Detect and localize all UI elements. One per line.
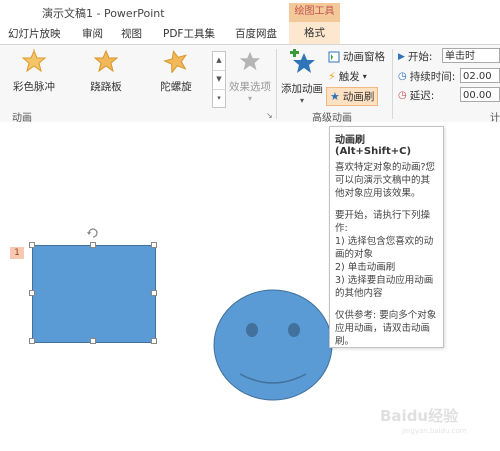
trigger-label: 触发	[338, 71, 360, 83]
tooltip-note: 仅供参考: 要向多个对象应用动画，请双击动画刷。	[335, 310, 437, 347]
brush-star-icon: ★	[330, 90, 340, 103]
lightning-icon: ⚡	[328, 70, 336, 83]
effect-spin[interactable]: 陀螺旋	[146, 49, 206, 94]
effect-seesaw[interactable]: 跷跷板	[76, 49, 136, 94]
resize-handle[interactable]	[29, 290, 35, 296]
effect-options-button[interactable]: 效果选项 ▾	[224, 49, 276, 103]
effect-label: 彩色脉冲	[13, 81, 55, 93]
dialog-launcher-icon[interactable]: ↘	[266, 111, 273, 120]
rectangle-shape[interactable]	[32, 245, 156, 343]
resize-handle[interactable]	[90, 242, 96, 248]
play-icon: ▶	[398, 51, 405, 62]
clock-icon: ◷	[398, 71, 407, 82]
context-group-drawing-tools: 绘图工具	[289, 3, 340, 23]
chevron-down-icon: ▾	[247, 94, 252, 103]
tooltip-step: 3) 选择要自动应用动画的其他内容	[335, 275, 434, 299]
tooltip-instructions: 要开始，请执行下列操作:	[335, 210, 431, 234]
trigger-button[interactable]: ⚡ 触发 ▾	[328, 69, 367, 84]
chevron-down-icon: ▾	[299, 96, 304, 105]
tab-slideshow[interactable]: 幻灯片放映	[8, 26, 61, 41]
effect-color-pulse[interactable]: 彩色脉冲	[4, 49, 64, 94]
animation-order-badge: 1	[10, 247, 24, 259]
delay-clock-icon: ◷	[398, 90, 407, 101]
tooltip-title: 动画刷 (Alt+Shift+C)	[335, 135, 412, 157]
watermark-url: jingyan.baidu.com	[402, 427, 467, 435]
resize-handle[interactable]	[151, 290, 157, 296]
animation-painter-button[interactable]: ★ 动画刷	[326, 87, 379, 106]
resize-handle[interactable]	[151, 338, 157, 344]
watermark: Baidu经验	[380, 407, 459, 425]
tab-pdf-tools[interactable]: PDF工具集	[163, 26, 215, 41]
animation-painter-label: 动画刷	[342, 91, 375, 103]
delay-input[interactable]: 00.00	[460, 87, 500, 102]
start-select[interactable]: 单击时	[442, 48, 500, 63]
effect-options-label: 效果选项	[229, 81, 271, 93]
chevron-down-icon: ▾	[362, 72, 367, 81]
add-star-icon	[290, 48, 315, 73]
star-disabled-icon	[239, 51, 261, 71]
delay-label: 延迟:	[409, 90, 435, 102]
resize-handle[interactable]	[90, 338, 96, 344]
duration-label: 持续时间:	[409, 71, 456, 83]
duration-row: ◷ 持续时间:	[398, 69, 455, 84]
tab-format[interactable]: 格式	[289, 22, 340, 46]
ribbon-tabs: 幻灯片放映 审阅 视图 PDF工具集 百度网盘	[0, 22, 500, 44]
ribbon: 彩色脉冲 跷跷板 陀螺旋 ▲ ▼ ▾ 效果选项 ▾ 动画 ↘ 添加动画 ▾ 动画…	[0, 44, 500, 124]
tooltip-step: 2) 单击动画刷	[335, 262, 396, 273]
add-animation-button[interactable]: 添加动画 ▾	[278, 48, 326, 105]
animation-painter-tooltip: 动画刷 (Alt+Shift+C) 喜欢特定对象的动画?您可以向演示文稿中的其他…	[329, 126, 444, 348]
tooltip-step: 1) 选择包含您喜欢的动画的对象	[335, 236, 434, 260]
animation-pane-button[interactable]: 动画窗格	[328, 49, 385, 64]
effect-label: 陀螺旋	[160, 81, 192, 93]
animation-pane-icon	[328, 51, 340, 62]
add-animation-label: 添加动画	[281, 83, 323, 95]
sparkle-star-icon	[21, 49, 47, 73]
resize-handle[interactable]	[151, 242, 157, 248]
start-row: ▶ 开始:	[398, 49, 432, 64]
effect-label: 跷跷板	[90, 81, 122, 93]
start-label: 开始:	[407, 51, 433, 63]
animation-pane-label: 动画窗格	[343, 51, 385, 63]
tab-baidu-netdisk[interactable]: 百度网盘	[235, 26, 277, 41]
group-separator	[276, 49, 277, 119]
star-icon	[93, 49, 119, 73]
group-separator	[392, 49, 393, 119]
window-title: 演示文稿1 - PowerPoint	[42, 7, 165, 20]
resize-handle[interactable]	[29, 242, 35, 248]
rotate-handle-icon[interactable]	[86, 226, 100, 240]
smiley-face-shape[interactable]	[212, 288, 334, 402]
title-bar: 演示文稿1 - PowerPoint	[0, 0, 500, 22]
spinning-star-icon	[163, 50, 188, 74]
tooltip-intro: 喜欢特定对象的动画?您可以向演示文稿中的其他对象应用该效果。	[335, 162, 436, 199]
delay-row: ◷ 延迟:	[398, 88, 434, 103]
tab-view[interactable]: 视图	[121, 26, 142, 41]
duration-input[interactable]: 02.00	[460, 68, 500, 83]
resize-handle[interactable]	[29, 338, 35, 344]
tab-review[interactable]: 审阅	[82, 26, 103, 41]
